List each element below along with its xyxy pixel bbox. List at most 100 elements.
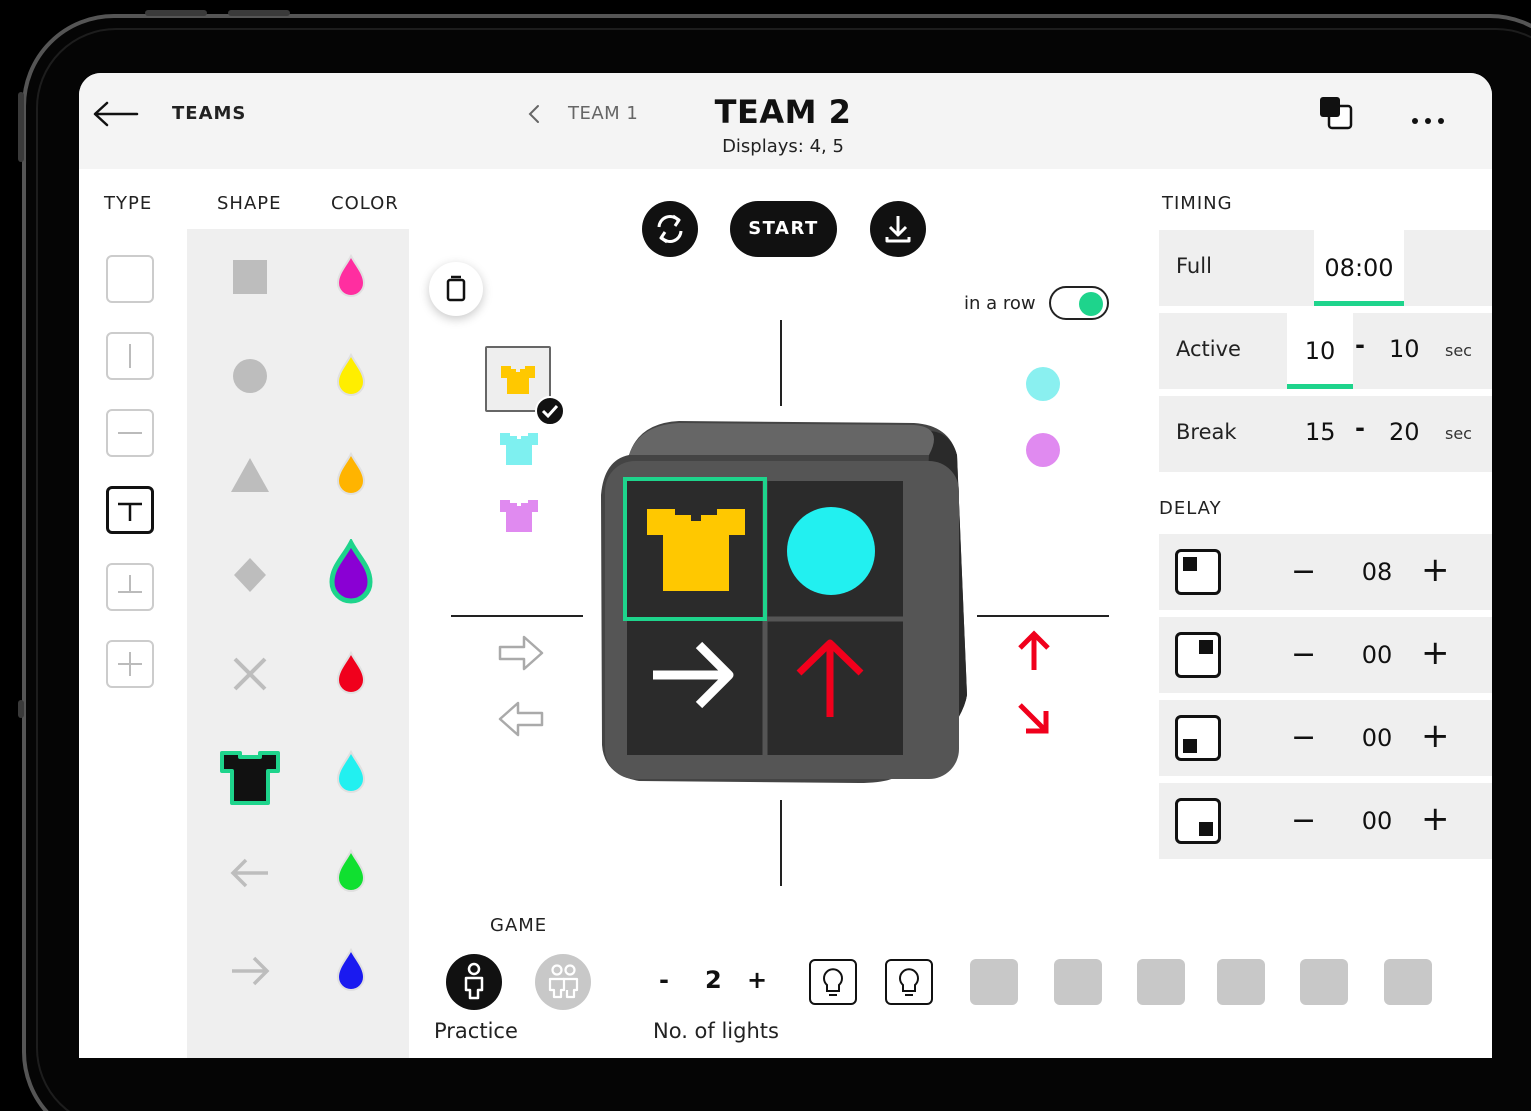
- delay-increment-button[interactable]: +: [1421, 550, 1450, 590]
- delay-decrement-button[interactable]: −: [1291, 720, 1316, 755]
- shape-arrow-left-option[interactable]: [220, 843, 280, 903]
- inverted-t-split-icon: [118, 575, 142, 593]
- type-horizontal-split-button[interactable]: [106, 409, 154, 457]
- delay-value: 00: [1361, 807, 1393, 835]
- color-yellow-drop-icon[interactable]: [331, 350, 371, 400]
- timing-full-row: Full 08:00: [1159, 230, 1492, 306]
- type-t-split-button[interactable]: [106, 486, 154, 534]
- variant-pink-shirt-icon[interactable]: [498, 496, 540, 534]
- lightbulb-icon: [823, 968, 843, 996]
- teams-link[interactable]: TEAMS: [172, 103, 246, 124]
- quadrant-bottom-left-icon: [1175, 715, 1221, 761]
- two-people-icon: [548, 964, 579, 999]
- shape-circle-option[interactable]: [220, 346, 280, 406]
- light-slot-4[interactable]: [1054, 959, 1102, 1005]
- color-purple-drop-icon[interactable]: [327, 539, 375, 605]
- lights-increment-button[interactable]: +: [747, 966, 767, 994]
- shape-square-option[interactable]: [220, 247, 280, 307]
- delay-increment-button[interactable]: +: [1421, 716, 1450, 756]
- range-dash: -: [1355, 414, 1365, 442]
- light-slot-2[interactable]: [885, 959, 933, 1005]
- color-blue-drop-icon[interactable]: [331, 945, 371, 995]
- quadrant-bottom-right-icon: [1175, 798, 1221, 844]
- delay-header: DELAY: [1159, 498, 1222, 519]
- shape-shirt-option[interactable]: [218, 747, 282, 807]
- sync-button[interactable]: [642, 201, 698, 257]
- variant-cyan-shirt-icon[interactable]: [498, 429, 540, 467]
- arrow-right-outline-icon[interactable]: [496, 631, 546, 675]
- cross-split-icon: [118, 652, 142, 676]
- break-max-input[interactable]: 20: [1389, 418, 1420, 446]
- light-slot-6[interactable]: [1217, 959, 1265, 1005]
- chevron-left-icon[interactable]: [525, 103, 543, 125]
- header-bar: TEAMS TEAM 1 TEAM 2 Displays: 4, 5: [79, 73, 1492, 169]
- type-cross-split-button[interactable]: [106, 640, 154, 688]
- shape-diamond-option[interactable]: [220, 545, 280, 605]
- arrow-left-outline-icon[interactable]: [496, 697, 546, 741]
- color-pink-drop-icon[interactable]: [331, 251, 371, 301]
- team-mode-button[interactable]: [535, 954, 591, 1010]
- variant-pink-circle[interactable]: [1026, 433, 1060, 467]
- duplicate-icon[interactable]: [1318, 95, 1354, 131]
- lights-decrement-button[interactable]: -: [659, 966, 669, 994]
- game-mode-label: Practice: [434, 1019, 518, 1043]
- prev-team-link[interactable]: TEAM 1: [568, 103, 638, 124]
- delay-decrement-button[interactable]: −: [1291, 554, 1316, 589]
- start-button[interactable]: START: [730, 201, 837, 257]
- quadrant-top-right-icon: [1175, 632, 1221, 678]
- shape-triangle-option[interactable]: [220, 446, 280, 506]
- break-min-input[interactable]: 15: [1305, 418, 1336, 446]
- download-button[interactable]: [870, 201, 926, 257]
- sync-icon: [657, 214, 683, 244]
- type-blank-button[interactable]: [106, 255, 154, 303]
- delay-increment-button[interactable]: +: [1421, 633, 1450, 673]
- game-header: GAME: [490, 915, 548, 936]
- more-options-icon[interactable]: [1412, 109, 1452, 124]
- light-slot-3[interactable]: [970, 959, 1018, 1005]
- single-person-icon: [464, 962, 484, 1000]
- horizontal-split-icon: [118, 432, 142, 434]
- break-label: Break: [1176, 420, 1237, 444]
- preview-arrow-up-icon: [796, 639, 864, 717]
- color-cyan-drop-icon[interactable]: [331, 747, 371, 797]
- shape-arrow-right-option[interactable]: [220, 941, 280, 1001]
- back-arrow-icon[interactable]: [91, 99, 141, 129]
- active-unit: sec: [1445, 341, 1472, 360]
- check-badge-icon: [535, 396, 565, 426]
- type-inverted-t-split-button[interactable]: [106, 563, 154, 611]
- arrow-up-red-icon[interactable]: [1014, 628, 1054, 674]
- timing-active-row: Active 10 - 10 sec: [1159, 313, 1492, 389]
- preview-shirt-icon: [647, 509, 745, 591]
- delay-decrement-button[interactable]: −: [1291, 637, 1316, 672]
- side-button: [18, 700, 24, 718]
- delay-row-top-left: − 08 +: [1159, 534, 1492, 610]
- delay-increment-button[interactable]: +: [1421, 799, 1450, 839]
- page-title: TEAM 2: [714, 93, 852, 131]
- light-slot-8[interactable]: [1384, 959, 1432, 1005]
- timing-header: TIMING: [1162, 193, 1233, 214]
- light-slot-5[interactable]: [1137, 959, 1185, 1005]
- shape-cross-option[interactable]: [220, 644, 280, 704]
- variant-cyan-circle[interactable]: [1026, 367, 1060, 401]
- light-slot-1[interactable]: [809, 959, 857, 1005]
- active-max-input[interactable]: 10: [1389, 335, 1420, 363]
- delete-button[interactable]: [429, 262, 483, 316]
- full-time-input[interactable]: 08:00: [1314, 230, 1404, 306]
- timing-break-row: Break 15 - 20 sec: [1159, 396, 1492, 472]
- volume-button: [18, 92, 24, 162]
- active-min-input[interactable]: 10: [1287, 313, 1353, 389]
- in-a-row-label: in a row: [964, 293, 1036, 314]
- color-orange-drop-icon[interactable]: [331, 449, 371, 499]
- active-label: Active: [1176, 337, 1241, 361]
- arrow-down-right-red-icon[interactable]: [1014, 697, 1054, 739]
- active-min-value: 10: [1304, 337, 1336, 365]
- type-vertical-split-button[interactable]: [106, 332, 154, 380]
- color-green-drop-icon[interactable]: [331, 846, 371, 896]
- practice-mode-button[interactable]: [446, 954, 502, 1010]
- delay-decrement-button[interactable]: −: [1291, 803, 1316, 838]
- delay-row-top-right: − 00 +: [1159, 617, 1492, 693]
- in-a-row-toggle[interactable]: [1049, 286, 1109, 320]
- delay-row-bottom-right: − 00 +: [1159, 783, 1492, 859]
- color-red-drop-icon[interactable]: [331, 648, 371, 698]
- light-slot-7[interactable]: [1300, 959, 1348, 1005]
